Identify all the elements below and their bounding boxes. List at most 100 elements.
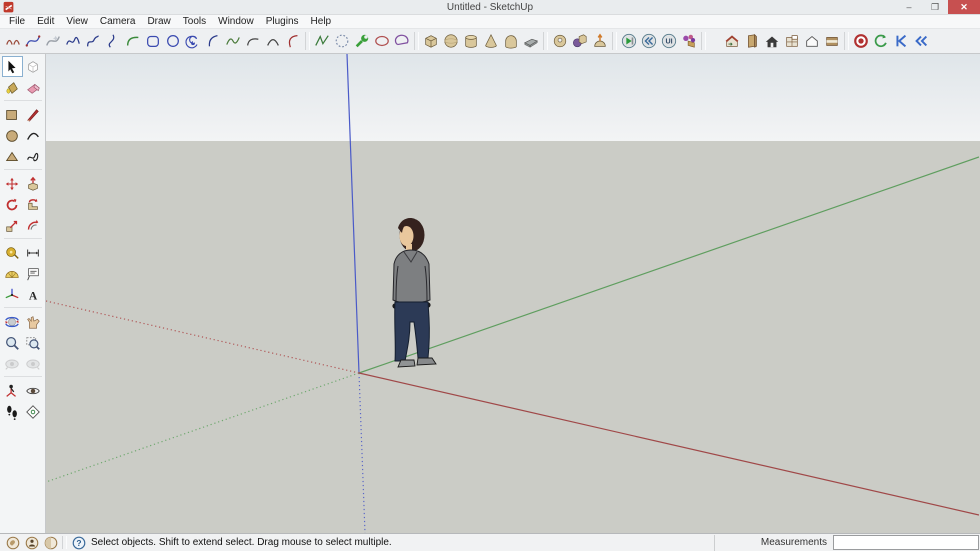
status-bar: ? Select objects. Shift to extend select… <box>0 533 980 551</box>
spline-tool[interactable] <box>83 31 103 52</box>
minimize-button[interactable]: – <box>896 0 922 14</box>
menu-item-tools[interactable]: Tools <box>177 16 212 27</box>
position-camera-tool[interactable] <box>2 380 23 401</box>
circle-tool[interactable] <box>2 125 23 146</box>
window-tool-button[interactable] <box>782 31 802 52</box>
menu-item-help[interactable]: Help <box>305 16 338 27</box>
rotate-tool[interactable] <box>2 194 23 215</box>
scale-tool[interactable] <box>2 215 23 236</box>
measurements-input[interactable] <box>833 535 979 550</box>
zoom-window-tool[interactable] <box>23 332 44 353</box>
c-arc-tool[interactable] <box>203 31 223 52</box>
menu-item-edit[interactable]: Edit <box>31 16 60 27</box>
draw-cylinder-tool[interactable] <box>461 31 481 52</box>
window-title: Untitled - SketchUp <box>446 1 534 13</box>
house-builder-button[interactable] <box>722 31 742 52</box>
polyline-tool[interactable] <box>312 31 332 52</box>
dashed-circle-tool[interactable] <box>332 31 352 52</box>
ui-dialog-button[interactable]: UI <box>659 31 679 52</box>
draw-sphere-tool[interactable] <box>441 31 461 52</box>
toolbar-separator <box>543 32 548 50</box>
paint-bucket-tool[interactable] <box>2 77 23 98</box>
svg-text:A: A <box>29 290 38 302</box>
3d-text-tool[interactable]: A <box>23 284 44 305</box>
polygon-tool[interactable] <box>2 146 23 167</box>
person-figure[interactable] <box>392 218 437 368</box>
wall-tool-button[interactable] <box>822 31 842 52</box>
record-button[interactable] <box>851 31 871 52</box>
dimension-tool[interactable] <box>23 242 44 263</box>
rewind-chevrons-button[interactable] <box>911 31 931 52</box>
skip-to-start-button[interactable] <box>891 31 911 52</box>
toolbar-separator <box>2 374 44 380</box>
credit-attribution-icon[interactable] <box>22 534 41 551</box>
draw-slab-tool[interactable] <box>521 31 541 52</box>
axes-tool[interactable] <box>2 284 23 305</box>
drawing-axes <box>46 54 979 533</box>
menu-item-draw[interactable]: Draw <box>141 16 176 27</box>
orbit-tool[interactable] <box>2 311 23 332</box>
help-icon[interactable]: ? <box>69 534 88 551</box>
model-status-icon[interactable] <box>41 534 60 551</box>
move-tool[interactable] <box>2 173 23 194</box>
menu-item-window[interactable]: Window <box>212 16 260 27</box>
restore-button[interactable]: ❐ <box>922 0 948 14</box>
rewind-animation-button[interactable] <box>639 31 659 52</box>
corner-curve-tool[interactable] <box>243 31 263 52</box>
components-library-button[interactable] <box>679 31 699 52</box>
draw-cone-tool[interactable] <box>481 31 501 52</box>
red-arc-tool[interactable] <box>283 31 303 52</box>
play-animation-button[interactable] <box>619 31 639 52</box>
home-button[interactable] <box>762 31 782 52</box>
pan-tool[interactable] <box>23 311 44 332</box>
follow-me-tool[interactable] <box>23 194 44 215</box>
draw-dome-cylinder-tool[interactable] <box>501 31 521 52</box>
sphere-box-tool[interactable] <box>570 31 590 52</box>
menu-item-file[interactable]: File <box>3 16 31 27</box>
door-tool-button[interactable] <box>742 31 762 52</box>
rounded-rectangle-tool[interactable] <box>143 31 163 52</box>
protractor-tool[interactable] <box>2 263 23 284</box>
make-component-tool[interactable] <box>23 56 44 77</box>
look-around-tool[interactable] <box>23 380 44 401</box>
wave-curve-tool[interactable] <box>63 31 83 52</box>
text-tool[interactable] <box>23 263 44 284</box>
close-button[interactable]: ✕ <box>948 0 980 14</box>
drawing-viewport[interactable] <box>46 54 980 533</box>
eraser-tool[interactable] <box>23 77 44 98</box>
draw-torus-tool[interactable] <box>550 31 570 52</box>
red-axis-dotted <box>46 300 360 374</box>
offset-tool[interactable] <box>23 215 44 236</box>
pie-curve-tool[interactable] <box>392 31 412 52</box>
house-outline-button[interactable] <box>802 31 822 52</box>
green-arc-tool[interactable] <box>123 31 143 52</box>
menu-item-plugins[interactable]: Plugins <box>260 16 305 27</box>
section-plane-tool[interactable] <box>23 401 44 422</box>
menu-item-camera[interactable]: Camera <box>94 16 142 27</box>
ellipse-tool[interactable] <box>372 31 392 52</box>
dome-arrow-tool[interactable] <box>590 31 610 52</box>
toolbar-separator <box>2 167 44 173</box>
s-curve-tool[interactable] <box>103 31 123 52</box>
walk-tool[interactable] <box>2 401 23 422</box>
line-tool[interactable] <box>23 104 44 125</box>
arc-tool[interactable] <box>23 125 44 146</box>
select-tool[interactable] <box>1 56 23 77</box>
rectangle-tool[interactable] <box>2 104 23 125</box>
wrench-plugin-button[interactable] <box>352 31 372 52</box>
bezier-edit-tool[interactable] <box>43 31 63 52</box>
n-arc-tool[interactable] <box>263 31 283 52</box>
freehand-tool[interactable] <box>23 146 44 167</box>
push-pull-tool[interactable] <box>23 173 44 194</box>
spiral-tool[interactable] <box>183 31 203 52</box>
polyline-curve-tool[interactable] <box>223 31 243 52</box>
menu-item-view[interactable]: View <box>60 16 94 27</box>
geolocation-status-icon[interactable] <box>3 534 22 551</box>
double-arc-tool[interactable] <box>3 31 23 52</box>
tape-measure-tool[interactable] <box>2 242 23 263</box>
circle-curve-tool[interactable] <box>163 31 183 52</box>
draw-box-tool[interactable] <box>421 31 441 52</box>
bezier-curve-tool[interactable] <box>23 31 43 52</box>
loop-playback-button[interactable] <box>871 31 891 52</box>
zoom-tool[interactable] <box>2 332 23 353</box>
